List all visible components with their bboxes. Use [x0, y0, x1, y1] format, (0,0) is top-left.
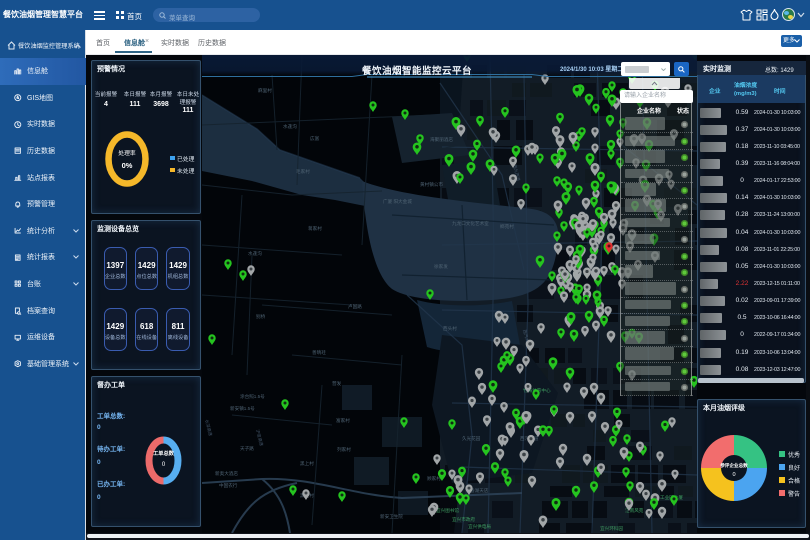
svg-text:广厦 阳大金城: 广厦 阳大金城 [383, 198, 412, 205]
svg-text:营发: 营发 [332, 380, 342, 387]
svg-text:新安镇1.5号: 新安镇1.5号 [230, 405, 255, 412]
svg-text:久光花园: 久光花园 [462, 435, 481, 442]
svg-text:宜兴供电局: 宜兴供电局 [468, 523, 491, 530]
svg-text:新安卫生院: 新安卫生院 [380, 513, 403, 520]
svg-text:麻里村: 麻里村 [258, 87, 272, 94]
svg-text:黄村镇公市: 黄村镇公市 [420, 181, 443, 188]
svg-text:九龙口文化艺术室: 九龙口文化艺术室 [452, 220, 489, 227]
svg-text:毛家村: 毛家村 [296, 168, 310, 174]
svg-text:宜兴图书馆: 宜兴图书馆 [436, 507, 459, 514]
svg-text:别桥: 别桥 [256, 313, 266, 320]
svg-text:善晴珪: 善晴珪 [312, 349, 326, 356]
svg-text:水逢沟: 水逢沟 [283, 123, 297, 130]
svg-text:天子路: 天子路 [240, 445, 254, 452]
svg-text:富家村: 富家村 [336, 417, 350, 424]
svg-text:中国农行: 中国农行 [219, 482, 238, 489]
svg-text:列家村: 列家村 [337, 446, 351, 453]
svg-text:西头村: 西头村 [443, 325, 457, 332]
svg-text:宜兴市政府: 宜兴市政府 [452, 516, 475, 523]
svg-text:徐家发: 徐家发 [434, 263, 448, 270]
svg-text:涂台照1.5号: 涂台照1.5号 [240, 393, 265, 400]
svg-text:水逢沟: 水逢沟 [248, 250, 262, 257]
svg-text:香湖天店: 香湖天店 [470, 487, 489, 494]
svg-text:宜兴环科园: 宜兴环科园 [600, 525, 623, 532]
svg-text:広富: 広富 [310, 135, 320, 142]
svg-text:卢国路: 卢国路 [348, 303, 362, 310]
svg-text:新奥大酒店: 新奥大酒店 [215, 470, 238, 477]
svg-text:黑上村: 黑上村 [300, 460, 314, 467]
svg-text:海聚丽酒店: 海聚丽酒店 [430, 136, 453, 143]
svg-text:蒋家村: 蒋家村 [308, 225, 322, 232]
svg-text:榔苑村: 榔苑村 [500, 223, 514, 230]
